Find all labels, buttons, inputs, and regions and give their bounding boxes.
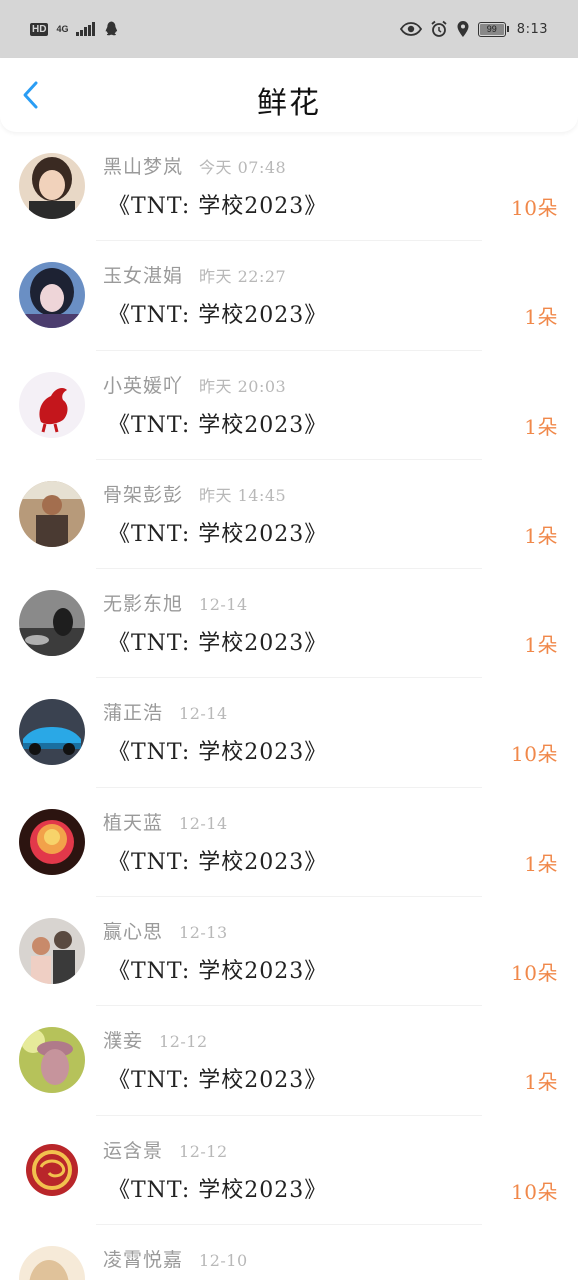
avatar[interactable] xyxy=(19,590,85,657)
flower-count: 10朵 xyxy=(511,961,558,986)
book-title: 《TNT: 学校2023》 xyxy=(108,959,328,985)
item-time: 12-13 xyxy=(179,923,228,943)
signal-icon xyxy=(76,22,96,36)
list-item[interactable]: 玉女湛娟 昨天 22:27 《TNT: 学校2023》 1朵 xyxy=(0,241,578,351)
book-title: 《TNT: 学校2023》 xyxy=(108,521,328,547)
avatar[interactable] xyxy=(19,262,85,329)
sender-name: 凌霄悦嘉 xyxy=(103,1248,184,1271)
item-time: 昨天 22:27 xyxy=(199,267,287,287)
flower-count: 10朵 xyxy=(511,742,558,767)
book-title: 《TNT: 学校2023》 xyxy=(108,303,328,329)
item-time: 12-14 xyxy=(179,813,228,833)
eye-icon xyxy=(399,22,422,36)
list-item[interactable]: 蒲正浩 12-14 《TNT: 学校2023》 10朵 xyxy=(0,678,578,788)
list-item[interactable]: 黑山梦岚 今天 07:48 《TNT: 学校2023》 10朵 xyxy=(0,132,578,242)
avatar[interactable] xyxy=(19,480,85,547)
item-time: 12-12 xyxy=(179,1141,228,1161)
flower-count: 1朵 xyxy=(524,414,558,439)
book-title: 《TNT: 学校2023》 xyxy=(108,1068,328,1094)
avatar[interactable] xyxy=(19,1136,85,1203)
hd-badge: HD xyxy=(30,22,49,36)
item-time: 12-14 xyxy=(199,595,248,615)
list-item[interactable]: 骨架彭彭 昨天 14:45 《TNT: 学校2023》 1朵 xyxy=(0,460,578,570)
avatar[interactable] xyxy=(19,1245,85,1280)
sender-name: 骨架彭彭 xyxy=(103,483,184,506)
list-item[interactable]: 濮妾 12-12 《TNT: 学校2023》 1朵 xyxy=(0,1006,578,1116)
avatar[interactable] xyxy=(19,153,85,219)
list-item[interactable]: 运含景 12-12 《TNT: 学校2023》 10朵 xyxy=(0,1116,578,1225)
item-meta: 赢心思 12-13 xyxy=(103,917,228,944)
book-title: 《TNT: 学校2023》 xyxy=(108,849,328,875)
clock: 8:13 xyxy=(516,21,548,37)
item-time: 12-12 xyxy=(159,1032,208,1052)
sender-name: 无影东旭 xyxy=(103,593,184,616)
item-meta: 小英媛吖 昨天 20:03 xyxy=(103,371,286,398)
sender-name: 赢心思 xyxy=(103,921,164,944)
item-meta: 蒲正浩 12-14 xyxy=(103,698,228,725)
item-meta: 运含景 12-12 xyxy=(103,1136,228,1163)
item-time: 12-10 xyxy=(199,1250,248,1270)
network-type: 4G xyxy=(56,23,69,34)
page-title: 鲜花 xyxy=(257,86,321,121)
list-item[interactable]: 无影东旭 12-14 《TNT: 学校2023》 1朵 xyxy=(0,569,578,679)
avatar[interactable] xyxy=(19,808,85,875)
sender-name: 濮妾 xyxy=(103,1030,144,1053)
status-left: HD 4G xyxy=(30,20,121,38)
list-item[interactable]: 赢心思 12-13 《TNT: 学校2023》 10朵 xyxy=(0,897,578,1007)
sender-name: 植天蓝 xyxy=(103,811,164,834)
list-item[interactable]: 小英媛吖 昨天 20:03 《TNT: 学校2023》 1朵 xyxy=(0,351,578,460)
list-item[interactable]: 植天蓝 12-14 《TNT: 学校2023》 1朵 xyxy=(0,788,578,898)
status-right: 99 8:13 xyxy=(399,20,548,38)
item-meta: 玉女湛娟 昨天 22:27 xyxy=(103,261,286,288)
flower-count: 10朵 xyxy=(511,196,558,220)
avatar[interactable] xyxy=(19,1027,85,1094)
flower-count: 1朵 xyxy=(524,305,558,330)
book-title: 《TNT: 学校2023》 xyxy=(108,631,328,657)
location-icon xyxy=(457,21,469,37)
item-time: 今天 07:48 xyxy=(199,158,287,177)
alarm-icon xyxy=(431,20,447,37)
qq-icon xyxy=(106,21,118,36)
flower-count: 10朵 xyxy=(511,1179,558,1204)
avatar[interactable] xyxy=(19,371,85,438)
sender-name: 黑山梦岚 xyxy=(103,156,184,178)
sender-name: 玉女湛娟 xyxy=(103,265,184,288)
battery-icon: 99 xyxy=(477,21,509,37)
status-bar: HD 4G 99 8:13 xyxy=(0,0,578,58)
book-title: 《TNT: 学校2023》 xyxy=(108,1177,328,1203)
flower-count: 1朵 xyxy=(524,633,558,658)
flower-list: 黑山梦岚 今天 07:48 《TNT: 学校2023》 10朵 玉女湛娟 昨天 … xyxy=(0,132,578,1280)
item-meta: 植天蓝 12-14 xyxy=(103,808,228,835)
avatar[interactable] xyxy=(19,918,85,985)
book-title: 《TNT: 学校2023》 xyxy=(108,194,328,219)
item-time: 12-14 xyxy=(179,704,228,724)
item-meta: 骨架彭彭 昨天 14:45 xyxy=(103,480,286,507)
item-meta: 黑山梦岚 今天 07:48 xyxy=(103,152,286,179)
list-item[interactable]: 凌霄悦嘉 12-10 xyxy=(0,1225,578,1280)
item-time: 昨天 20:03 xyxy=(199,376,287,396)
item-meta: 濮妾 12-12 xyxy=(103,1026,208,1053)
flower-count: 1朵 xyxy=(524,851,558,876)
sender-name: 运含景 xyxy=(103,1139,164,1162)
header: 鲜花 xyxy=(0,58,578,132)
sender-name: 蒲正浩 xyxy=(103,702,164,725)
book-title: 《TNT: 学校2023》 xyxy=(108,412,328,438)
sender-name: 小英媛吖 xyxy=(103,374,184,397)
flower-count: 1朵 xyxy=(524,1070,558,1095)
item-meta: 凌霄悦嘉 12-10 xyxy=(103,1245,248,1272)
battery-level: 99 xyxy=(486,24,497,34)
book-title: 《TNT: 学校2023》 xyxy=(108,740,328,766)
flower-count: 1朵 xyxy=(524,523,558,548)
item-meta: 无影东旭 12-14 xyxy=(103,589,248,616)
avatar[interactable] xyxy=(19,699,85,766)
item-time: 昨天 14:45 xyxy=(199,485,287,505)
